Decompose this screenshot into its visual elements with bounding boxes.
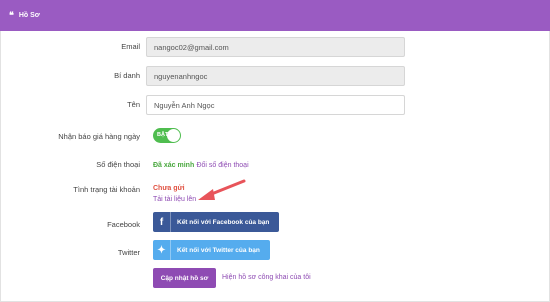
facebook-label: Facebook: [107, 220, 140, 229]
account-status-label: Tình trạng tài khoản: [73, 185, 140, 194]
connect-twitter-button[interactable]: ✦ Kết nối với Twitter của bạn: [153, 240, 270, 260]
facebook-icon: f: [153, 212, 171, 232]
account-status-value: Chưa gửi: [153, 185, 185, 192]
header-title: Hồ Sơ: [18, 12, 40, 19]
connect-facebook-label: Kết nối với Facebook của bạn: [177, 218, 270, 226]
toggle-knob: [167, 129, 180, 142]
email-field: nangoc02@gmail.com: [146, 37, 405, 57]
daily-price-toggle[interactable]: BẬT: [153, 128, 181, 143]
upload-documents-link[interactable]: Tải tài liệu lên: [153, 196, 196, 203]
twitter-icon: ✦: [153, 240, 171, 260]
annotation-arrow-icon: [198, 179, 246, 200]
twitter-label: Twitter: [117, 248, 140, 257]
public-profile-link[interactable]: Hiện hồ sơ công khai của tôi: [222, 274, 311, 281]
alias-field: nguyenanhngoc: [146, 66, 405, 86]
daily-price-label: Nhận báo giá hàng ngày: [58, 132, 140, 141]
profile-header: ❝ Hồ Sơ: [0, 0, 550, 31]
name-label: Tên: [127, 100, 140, 109]
connect-facebook-button[interactable]: f Kết nối với Facebook của bạn: [153, 212, 279, 232]
phone-label: Số điện thoại: [96, 160, 140, 169]
change-phone-link[interactable]: Đổi số điện thoại: [196, 162, 248, 169]
update-profile-button[interactable]: Cập nhật hồ sơ: [153, 268, 216, 288]
alias-label: Bí danh: [114, 71, 140, 80]
quote-icon: ❝: [9, 10, 14, 21]
phone-status-row: Đã xác minh Đổi số điện thoại: [153, 160, 249, 169]
name-input[interactable]: Nguyễn Anh Ngọc: [146, 95, 405, 115]
connect-twitter-label: Kết nối với Twitter của bạn: [177, 246, 260, 254]
phone-verified-status: Đã xác minh: [153, 162, 195, 169]
email-label: Email: [121, 42, 140, 51]
